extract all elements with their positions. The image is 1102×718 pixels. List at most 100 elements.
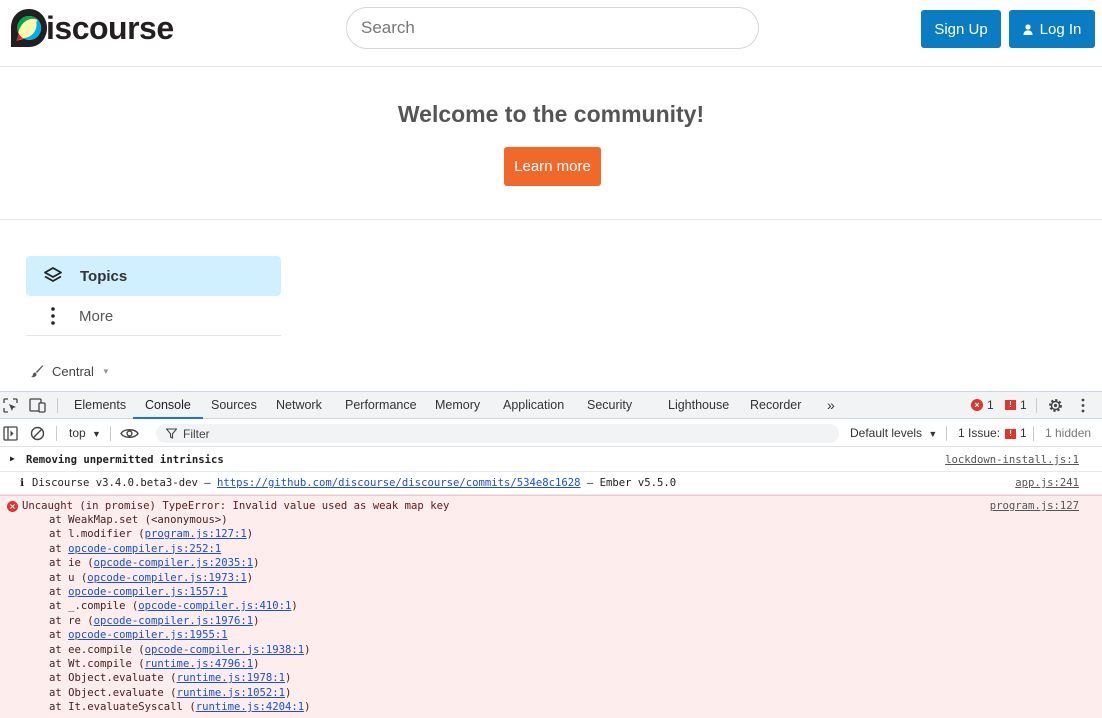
devtools-panel: Elements Console Sources Network Perform… (0, 391, 1102, 718)
log-levels-label: Default levels (850, 426, 923, 440)
log-row: ℹ Discourse v3.4.0.beta3-dev — https://g… (0, 472, 1102, 495)
log-source-link[interactable]: lockdown-install.js:1 (945, 454, 1079, 466)
tab-security[interactable]: Security (587, 392, 632, 419)
console-toolbar: top ▼ Filter Default levels ▼ 1 Issue: !… (0, 420, 1102, 447)
stack-frame-link[interactable]: opcode-compiler.js:252:1 (68, 543, 221, 555)
filter-funnel-icon (166, 428, 177, 439)
sidebar-toggle-icon[interactable] (3, 426, 18, 441)
clear-console-icon[interactable] (30, 426, 45, 441)
stack-frame-link[interactable]: opcode-compiler.js:1938:1 (145, 644, 304, 656)
stack-frame-link[interactable]: opcode-compiler.js:1955:1 (68, 629, 227, 641)
devtools-tab-bar: Elements Console Sources Network Perform… (0, 392, 1102, 419)
log-source-link[interactable]: program.js:127 (990, 500, 1079, 512)
error-count-badge[interactable]: × 1 (971, 398, 994, 412)
tab-console[interactable]: Console (133, 392, 203, 419)
context-label: top (69, 426, 86, 440)
error-log-row: × Uncaught (in promise) TypeError: Inval… (0, 495, 1102, 718)
discourse-logo[interactable]: iscourse (10, 6, 174, 50)
log-levels-dropdown[interactable]: Default levels ▼ (850, 420, 937, 447)
stack-frame-link[interactable]: runtime.js:1978:1 (177, 672, 285, 684)
stack-frame: at ie (opcode-compiler.js:2035:1) (49, 557, 260, 570)
toolbar-divider (946, 426, 947, 441)
stack-frame-link[interactable]: runtime.js:1052:1 (177, 687, 285, 699)
tab-sources[interactable]: Sources (211, 392, 257, 419)
sidebar-item-topics[interactable]: Topics (26, 256, 281, 296)
stack-frame-link[interactable]: runtime.js:4204:1 (196, 701, 304, 713)
log-message: Discourse v3.4.0.beta3-dev — https://git… (32, 477, 677, 489)
toolbar-divider (1033, 426, 1034, 441)
stack-frame: at opcode-compiler.js:1955:1 (49, 629, 228, 642)
hidden-count: 1 hidden (1045, 426, 1092, 440)
filter-placeholder: Filter (183, 426, 210, 441)
stack-frame: at Object.evaluate (runtime.js:1978:1) (49, 672, 292, 685)
search-input[interactable] (346, 7, 759, 49)
stack-frame-link[interactable]: opcode-compiler.js:1557:1 (68, 586, 227, 598)
stack-frame-link[interactable]: opcode-compiler.js:2035:1 (94, 557, 253, 569)
stack-frame: at Object.evaluate (runtime.js:1052:1) (49, 686, 292, 699)
error-count: 1 (987, 398, 994, 412)
expand-triangle-icon[interactable]: ▶ (10, 454, 15, 463)
layers-icon (44, 267, 62, 282)
console-filter-input[interactable]: Filter (156, 424, 839, 443)
stack-frame: at WeakMap.set (<anonymous>) (49, 514, 228, 526)
issues-button[interactable]: 1 Issue: ! 1 (958, 420, 1027, 447)
sidebar-item-label: Topics (80, 267, 128, 285)
stack-frame-link[interactable]: opcode-compiler.js:1976:1 (94, 615, 253, 627)
log-source-link[interactable]: app.js:241 (1015, 477, 1079, 489)
tab-elements[interactable]: Elements (74, 392, 126, 419)
device-toolbar-icon[interactable] (29, 398, 47, 413)
caret-down-icon: ▼ (928, 429, 938, 439)
tab-memory[interactable]: Memory (435, 392, 480, 419)
eye-icon[interactable] (120, 427, 139, 440)
stack-frame: at u (opcode-compiler.js:1973:1) (49, 571, 254, 584)
log-in-label: Log In (1039, 20, 1082, 38)
stack-frame-link[interactable]: opcode-compiler.js:410:1 (138, 600, 291, 612)
inspect-element-icon[interactable] (3, 398, 18, 413)
warning-count-badge[interactable]: ! 1 (1005, 398, 1027, 412)
tab-application[interactable]: Application (503, 392, 564, 419)
stack-frame-link[interactable]: program.js:127:1 (145, 528, 247, 540)
sidebar-item-more[interactable]: More (26, 297, 281, 336)
issue-flag-icon: ! (1005, 428, 1017, 439)
kebab-menu-icon[interactable] (1080, 398, 1086, 413)
stack-frame: at opcode-compiler.js:252:1 (49, 542, 222, 555)
sidebar-item-label: More (79, 307, 114, 325)
caret-down-icon: ▼ (92, 429, 101, 439)
commit-link[interactable]: https://github.com/discourse/discourse/c… (217, 477, 581, 489)
sign-up-label: Sign Up (934, 20, 988, 38)
stack-frame: at opcode-compiler.js:1557:1 (49, 586, 228, 598)
discourse-logo-icon (11, 9, 47, 47)
log-message: Removing unpermitted intrinsics (26, 454, 224, 466)
tab-network[interactable]: Network (276, 392, 322, 419)
stack-frame: at _.compile (opcode-compiler.js:410:1) (49, 600, 298, 613)
error-icon: × (971, 399, 983, 411)
gear-icon[interactable] (1047, 397, 1064, 414)
log-in-button[interactable]: Log In (1009, 10, 1095, 48)
tab-performance[interactable]: Performance (345, 392, 417, 419)
tab-recorder[interactable]: Recorder (750, 392, 801, 419)
sign-up-button[interactable]: Sign Up (921, 10, 1001, 48)
error-message: Uncaught (in promise) TypeError: Invalid… (22, 500, 450, 512)
learn-more-button[interactable]: Learn more (504, 147, 601, 186)
toolbar-divider (1036, 398, 1037, 413)
log-row[interactable]: ▶ Removing unpermitted intrinsics lockdo… (0, 448, 1102, 472)
stack-frame: at Wt.compile (runtime.js:4796:1) (49, 658, 260, 670)
toolbar-divider (110, 426, 111, 441)
stack-frame-link[interactable]: runtime.js:4796:1 (145, 658, 253, 670)
more-tabs-chevron-icon[interactable]: » (827, 392, 835, 419)
more-vertical-icon (51, 307, 55, 325)
stack-frame-link[interactable]: opcode-compiler.js:1973:1 (87, 572, 246, 584)
warning-count: 1 (1020, 398, 1027, 412)
issues-count: 1 (1020, 426, 1027, 440)
tab-lighthouse[interactable]: Lighthouse (668, 392, 729, 419)
toolbar-divider (57, 398, 58, 413)
context-selector[interactable]: top ▼ (69, 420, 101, 447)
error-icon: × (7, 501, 18, 512)
category-label: Central (52, 363, 94, 379)
issues-label: 1 Issue: (958, 426, 1001, 440)
stack-frame: at ee.compile (opcode-compiler.js:1938:1… (49, 643, 311, 656)
welcome-banner: Welcome to the community! Learn more (0, 68, 1102, 220)
caret-down-icon: ▼ (101, 366, 110, 376)
category-dropdown[interactable]: Central ▼ (30, 362, 110, 380)
brush-icon (31, 365, 43, 378)
